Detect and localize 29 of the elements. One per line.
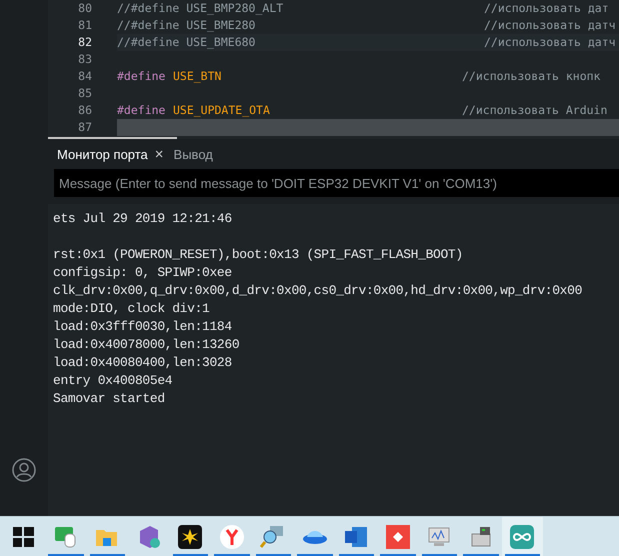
line-number: 80 — [77, 0, 92, 17]
burst-icon — [177, 524, 204, 550]
line-number: 81 — [77, 17, 92, 34]
panel-tab[interactable]: Вывод — [174, 146, 213, 162]
code-macro: USE_UPDATE_OTA — [172, 102, 270, 119]
code-comment: //использовать дат — [484, 0, 609, 17]
serial-output: ets Jul 29 2019 12:21:46 rst:0x1 (POWERON_RESET),boot:0x13 (SPI_FAST_FLASH_BOOT) configsip: 0, SPIWP:0xee clk_drv:0x00,q_drv:0x00,d_drv:0x00,cs0_drv:0x00,hd_drv:0x00,wp_drv:0x00 mode:DIO, clock div:1 load:0x3fff0030,len:1184 load:0x40078000,len:13260 load:0x40080400,len:3028 entry 0x400805e4 Samovar started — [53, 210, 582, 408]
browser-icon — [218, 524, 245, 550]
code-comment: //использовать кнопк — [462, 68, 600, 85]
account-icon[interactable] — [12, 458, 36, 482]
panel-tab[interactable]: Монитор порта — [57, 146, 148, 162]
scrollbar[interactable] — [48, 137, 177, 139]
line-number: 82 — [77, 34, 92, 51]
line-number: 86 — [77, 102, 92, 119]
code-directive: #define — [117, 102, 166, 119]
line-number: 84 — [77, 68, 92, 85]
message-field[interactable]: Message (Enter to send message to 'DOIT ESP32 DEVKIT V1' on 'COM13') — [54, 169, 619, 197]
infinity-icon — [509, 524, 536, 550]
code-directive: #define — [117, 68, 166, 85]
code-comment: //#define USE_BME280 — [117, 17, 256, 34]
code-comment: //#define USE_BME680 — [117, 34, 256, 51]
code-comment: //использовать датч — [484, 17, 616, 34]
line-number: 87 — [77, 119, 92, 136]
line-number: 85 — [77, 85, 92, 102]
code-comment: //использовать датч — [484, 34, 616, 51]
line-number: 83 — [77, 51, 92, 68]
code-macro: USE_BTN — [172, 68, 222, 85]
code-comment: //использовать Arduin — [462, 102, 608, 119]
code-comment: //#define USE_BMP280_ALT — [117, 0, 284, 17]
